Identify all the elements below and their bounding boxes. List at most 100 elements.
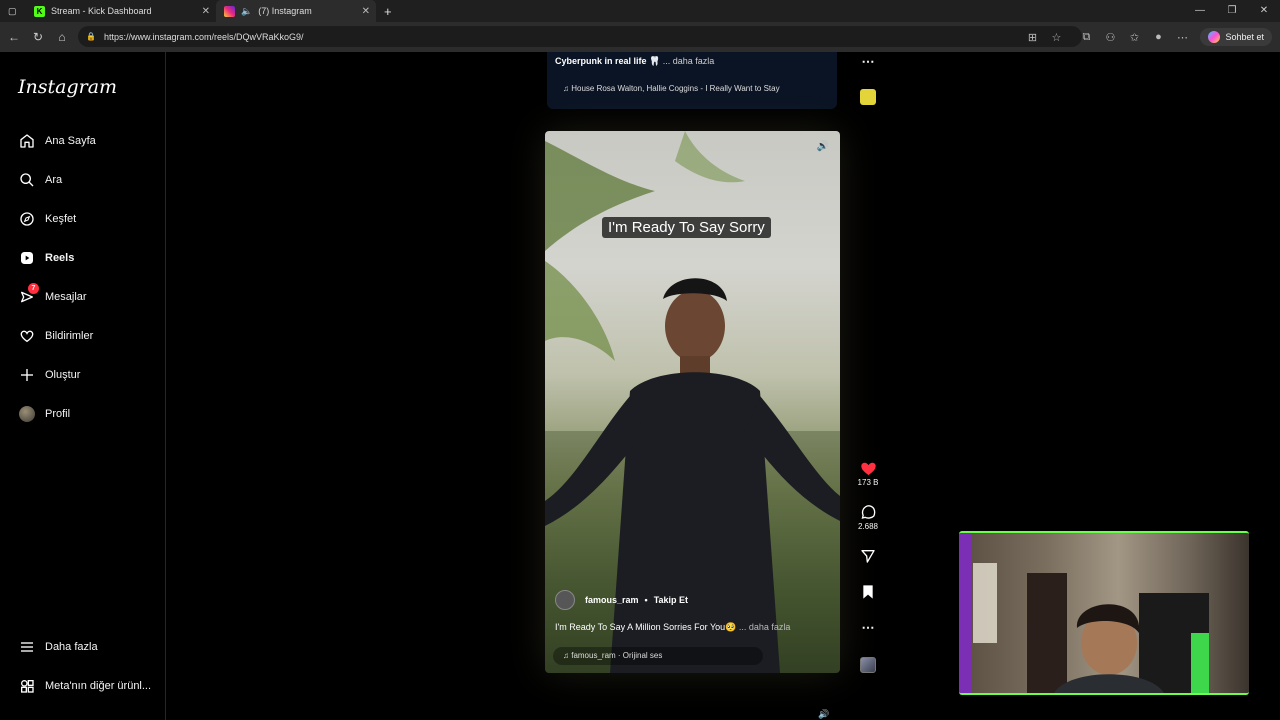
caption-text: I'm Ready To Say A Million Sorries For Y… xyxy=(555,622,737,632)
close-icon[interactable]: ✕ xyxy=(362,6,370,17)
tab-actions-icon[interactable]: ▢ xyxy=(0,0,26,22)
comment-icon xyxy=(853,504,883,520)
tab-instagram[interactable]: 🔈 (7) Instagram ✕ xyxy=(216,0,376,22)
compass-icon xyxy=(18,210,35,227)
comment-count: 2.688 xyxy=(857,522,879,531)
sidebar-item-notifications[interactable]: Bildirimler xyxy=(18,327,93,344)
toolbar-right: ⊞ ☆ ⧉ ⚇ ✩ ● ⋯ Sohbet et xyxy=(1020,22,1280,52)
sidebar-item-profile[interactable]: Profil xyxy=(18,405,70,422)
more-options-icon[interactable]: ⋯ xyxy=(853,620,883,636)
url-field[interactable]: 🔒 https://www.instagram.com/reels/DQwVRa… xyxy=(78,26,1082,47)
reel-music-link[interactable]: ♫ famous_ram · Orijinal ses xyxy=(553,647,763,665)
sidebar-item-create[interactable]: Oluştur xyxy=(18,366,80,383)
search-icon xyxy=(18,171,35,188)
close-icon[interactable]: ✕ xyxy=(202,6,210,17)
home-icon xyxy=(18,132,35,149)
close-window-icon[interactable]: ✕ xyxy=(1248,0,1280,22)
sidebar-item-home[interactable]: Ana Sayfa xyxy=(18,132,96,149)
share-icon xyxy=(853,548,883,564)
favorite-star-icon[interactable]: ☆ xyxy=(1044,31,1068,44)
reel-author: famous_ram • Takip Et xyxy=(555,590,688,610)
menu-icon xyxy=(18,638,35,655)
caption-text: Cyberpunk in real life 🦷 xyxy=(555,56,661,66)
more-icon[interactable]: ⋯ xyxy=(1170,31,1194,44)
follow-button[interactable]: Takip Et xyxy=(654,595,688,605)
sidebar-item-label: Daha fazla xyxy=(45,640,98,653)
volume-icon[interactable]: 🔊 xyxy=(816,141,830,155)
sidebar-item-label: Profil xyxy=(45,407,71,420)
instagram-logo[interactable]: Instagram xyxy=(18,76,117,98)
sidebar-item-reels[interactable]: Reels xyxy=(18,249,74,266)
avatar[interactable] xyxy=(555,590,575,610)
refresh-icon[interactable]: ↻ xyxy=(26,30,50,44)
speaker-icon[interactable]: 🔈 xyxy=(241,6,252,17)
chat-label: Sohbet et xyxy=(1225,32,1264,42)
copilot-chat-button[interactable]: Sohbet et xyxy=(1200,28,1272,46)
sidebar-item-label: Bildirimler xyxy=(45,329,94,342)
sidebar-item-explore[interactable]: Keşfet xyxy=(18,210,76,227)
sidebar: Instagram Ana Sayfa Ara Keşfet Reels 7 M… xyxy=(0,52,166,720)
sidebar-item-label: Meta'nın diğer ürünl... xyxy=(45,679,152,692)
username-link[interactable]: famous_ram xyxy=(585,595,639,605)
favorites-icon[interactable]: ✩ xyxy=(1122,31,1146,44)
sidebar-item-label: Ana Sayfa xyxy=(45,134,96,147)
messenger-icon: 7 xyxy=(18,283,39,305)
performance-icon[interactable]: ⚇ xyxy=(1098,31,1122,44)
notification-badge: 7 xyxy=(28,283,39,294)
sidebar-item-label: Mesajlar xyxy=(45,290,87,303)
profile-icon[interactable]: ● xyxy=(1146,31,1170,43)
bookmark-icon xyxy=(853,584,883,600)
sidebar-item-label: Oluştur xyxy=(45,368,81,381)
reel-video[interactable]: 🔊 I'm Ready To Say Sorry famous_ram • Ta… xyxy=(545,131,840,673)
more-link[interactable]: ... daha fazla xyxy=(663,56,715,66)
audio-thumbnail[interactable] xyxy=(860,657,876,673)
more-options-icon[interactable]: ⋯ xyxy=(853,54,883,70)
tab-label: (7) Instagram xyxy=(258,6,312,16)
plus-icon xyxy=(18,366,35,383)
tab-kick[interactable]: K Stream - Kick Dashboard ✕ xyxy=(26,0,216,22)
save-button[interactable] xyxy=(853,584,883,602)
sidebar-item-messages[interactable]: 7 Mesajlar xyxy=(18,283,87,305)
reel-actions: ⋯ 173 B 2.688 ⋯ xyxy=(853,52,883,720)
tab-bar: ▢ K Stream - Kick Dashboard ✕ 🔈 (7) Inst… xyxy=(0,0,1280,22)
next-reel-volume-icon[interactable]: 🔊 xyxy=(818,709,829,720)
home-browser-icon[interactable]: ⌂ xyxy=(50,30,74,44)
more-link[interactable]: ... daha fazla xyxy=(739,622,791,632)
back-icon[interactable]: ← xyxy=(2,30,26,44)
previous-reel[interactable]: Cyberpunk in real life 🦷 ... daha fazla … xyxy=(547,52,837,109)
like-count: 173 B xyxy=(857,478,879,487)
new-tab-button[interactable]: + xyxy=(376,0,402,22)
comment-button[interactable]: 2.688 xyxy=(853,504,883,531)
sidebar-item-label: Ara xyxy=(45,173,63,186)
webcam-overlay xyxy=(959,531,1249,695)
url-text: https://www.instagram.com/reels/DQwVRaKk… xyxy=(103,31,304,42)
sidebar-item-search[interactable]: Ara xyxy=(18,171,62,188)
lock-icon: 🔒 xyxy=(86,32,96,41)
window-controls: — ❐ ✕ xyxy=(1184,0,1280,22)
minimize-icon[interactable]: — xyxy=(1184,0,1216,22)
meta-apps-icon xyxy=(18,677,35,694)
reels-icon xyxy=(18,249,35,266)
video-overlay-text: I'm Ready To Say Sorry xyxy=(602,217,771,238)
app-available-icon[interactable]: ⊞ xyxy=(1020,31,1044,44)
audio-thumbnail[interactable] xyxy=(860,89,876,105)
sidebar-item-meta[interactable]: Meta'nın diğer ürünl... xyxy=(18,677,151,694)
address-bar: ← ↻ ⌂ 🔒 https://www.instagram.com/reels/… xyxy=(0,22,1280,52)
kick-icon: K xyxy=(34,5,45,17)
sidebar-item-label: Keşfet xyxy=(45,212,77,225)
webcam-frame xyxy=(959,533,1209,693)
restore-icon[interactable]: ❐ xyxy=(1216,0,1248,22)
instagram-icon xyxy=(224,5,235,17)
extensions-icon[interactable]: ⧉ xyxy=(1074,31,1098,44)
separator-dot: • xyxy=(644,595,648,605)
heart-icon xyxy=(18,327,35,344)
copilot-icon xyxy=(1208,31,1221,43)
tab-label: Stream - Kick Dashboard xyxy=(51,6,152,16)
previous-reel-music[interactable]: ♫ House Rosa Walton, Hallie Coggins - I … xyxy=(563,84,780,93)
reel-caption: I'm Ready To Say A Million Sorries For Y… xyxy=(555,622,790,633)
heart-filled-icon xyxy=(853,460,883,476)
like-button[interactable]: 173 B xyxy=(853,460,883,487)
sidebar-item-label: Reels xyxy=(45,251,75,264)
sidebar-item-more[interactable]: Daha fazla xyxy=(18,638,98,655)
share-button[interactable] xyxy=(853,548,883,566)
